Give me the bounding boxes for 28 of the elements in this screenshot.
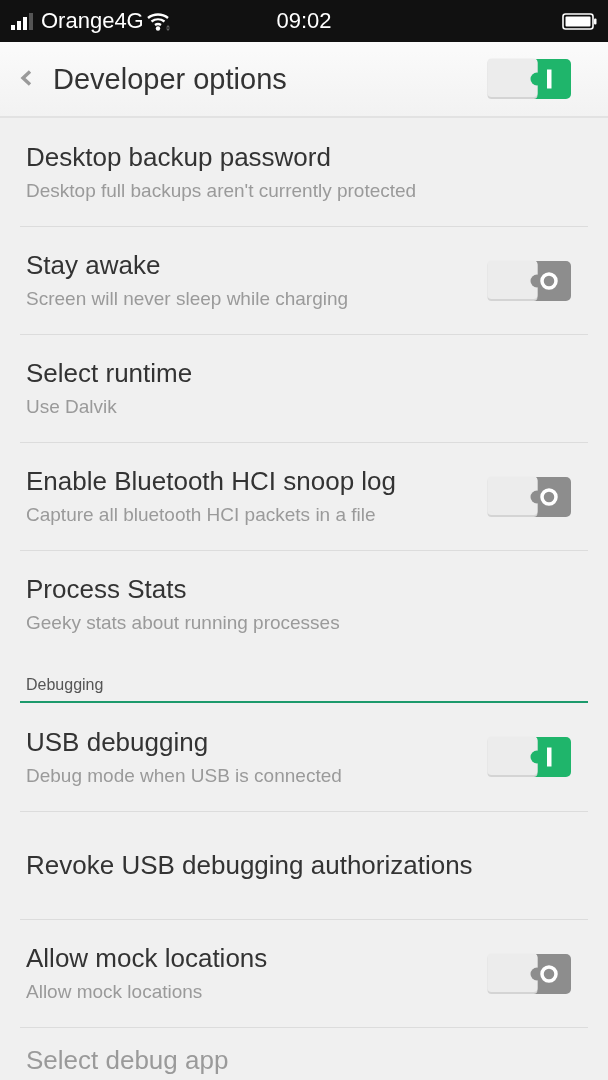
page-title: Developer options [53,62,288,96]
toggle-switch[interactable] [487,475,571,518]
setting-description: Capture all bluetooth HCI packets in a file [26,503,377,527]
setting-title[interactable]: Enable Bluetooth HCI snoop log [26,466,487,497]
setting-description: Allow mock locations [26,980,204,1004]
setting-title[interactable]: USB debugging [26,726,487,758]
setting-title[interactable]: Select runtime [26,358,571,389]
setting-description: Screen will never sleep while charging [26,287,350,311]
setting-title[interactable]: Stay awake [26,250,487,281]
setting-title[interactable]: Allow mock locations [26,943,487,974]
carrier-name: Orange4G [41,8,144,34]
setting-description: Desktop full backups aren't currently protected [26,178,418,203]
setting-title[interactable]: Desktop backup password [26,141,571,173]
setting-description: Debug mode when USB is connected [26,763,343,788]
back-icon[interactable] [20,70,32,86]
toggle-switch[interactable] [487,259,571,302]
wifi-icon [146,11,171,31]
setting-description: Use Dalvik [26,395,118,419]
signal-bars-icon [11,13,33,30]
battery-icon [562,12,597,30]
setting-description: Geeky stats about running processes [26,611,341,635]
clock-time: 09:02 [276,8,332,34]
setting-title[interactable]: Process Stats [26,574,571,605]
section-header: Debugging [26,675,104,694]
setting-title[interactable]: Revoke USB debugging authorizations [26,850,571,881]
toggle-switch[interactable] [487,952,571,995]
toggle-switch[interactable] [487,58,571,100]
toggle-switch[interactable] [487,736,571,778]
